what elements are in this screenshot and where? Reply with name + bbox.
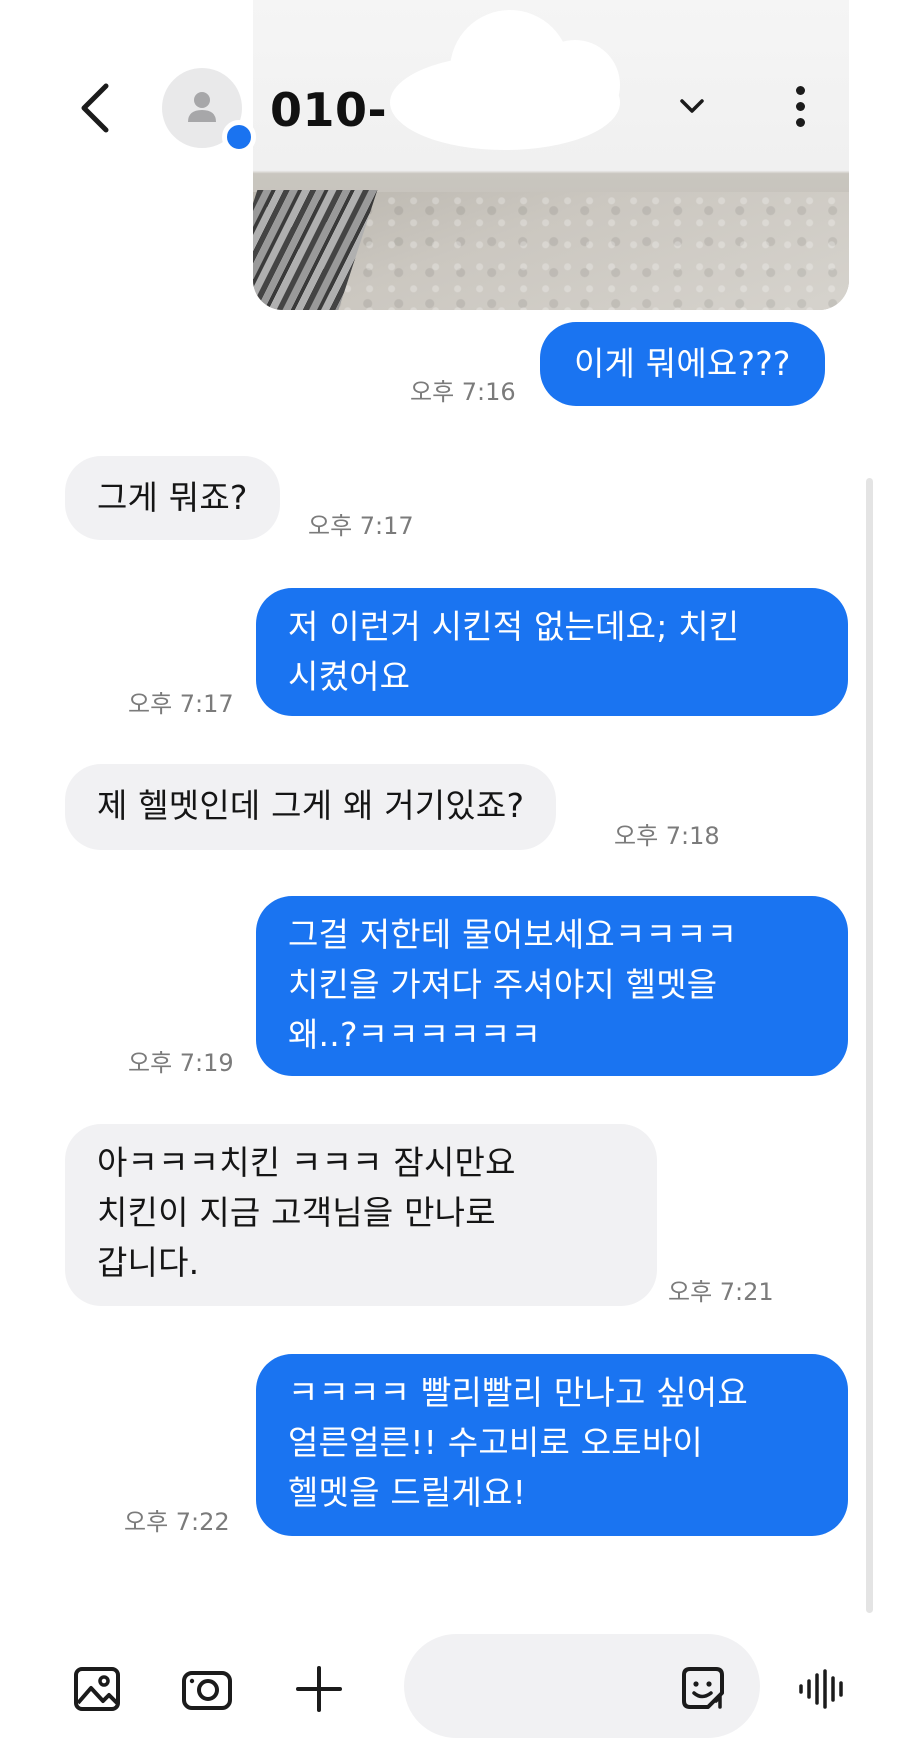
more-vertical-icon: [790, 86, 810, 127]
sticker-icon: [682, 1667, 724, 1709]
message-time: 오후 7:18: [614, 822, 720, 850]
message-time: 오후 7:19: [128, 1049, 234, 1077]
message-time: 오후 7:17: [308, 512, 414, 540]
outgoing-message[interactable]: 이게 뭐에요???: [540, 322, 825, 406]
outgoing-message[interactable]: 저 이런거 시킨적 없는데요; 치킨 시켰어요: [256, 588, 848, 716]
chevron-down-icon[interactable]: [676, 92, 708, 120]
back-button[interactable]: [70, 80, 120, 136]
add-attachment-button[interactable]: [292, 1662, 346, 1716]
message-time: 오후 7:22: [124, 1508, 230, 1536]
chevron-left-icon: [81, 83, 109, 133]
scrollbar[interactable]: [866, 478, 873, 1613]
voice-button[interactable]: [796, 1662, 850, 1716]
message-time: 오후 7:21: [668, 1278, 774, 1306]
camera-icon: [182, 1671, 232, 1710]
incoming-message[interactable]: 그게 뭐죠?: [65, 456, 280, 540]
more-options-button[interactable]: [790, 82, 810, 138]
message-time: 오후 7:17: [128, 690, 234, 718]
redaction-cloud: [390, 0, 620, 150]
contact-title[interactable]: 010-: [270, 80, 387, 140]
incoming-message[interactable]: 제 헬멧인데 그게 왜 거기있죠?: [65, 764, 557, 850]
online-badge: [222, 120, 256, 154]
composer-bar: [0, 1610, 900, 1741]
sticker-button[interactable]: [678, 1662, 732, 1716]
gallery-button[interactable]: [70, 1662, 124, 1716]
outgoing-message[interactable]: 그걸 저한테 물어보세요ㅋㅋㅋㅋ 치킨을 가져다 주셔야지 헬멧을 왜..?ㅋㅋ…: [256, 896, 848, 1076]
outgoing-message[interactable]: ㅋㅋㅋㅋ 빨리빨리 만나고 싶어요 얼른얼른!! 수고비로 오토바이 헬멧을 드…: [256, 1354, 848, 1536]
conversation-header: 010-: [0, 0, 900, 330]
camera-button[interactable]: [180, 1662, 234, 1716]
plus-icon: [296, 1666, 342, 1712]
voice-wave-icon: [799, 1669, 843, 1709]
incoming-message[interactable]: 아ㅋㅋㅋ치킨 ㅋㅋㅋ 잠시만요 치킨이 지금 고객님을 만나로 갑니다.: [65, 1124, 657, 1306]
message-time: 오후 7:16: [410, 378, 516, 406]
image-icon: [74, 1667, 120, 1711]
